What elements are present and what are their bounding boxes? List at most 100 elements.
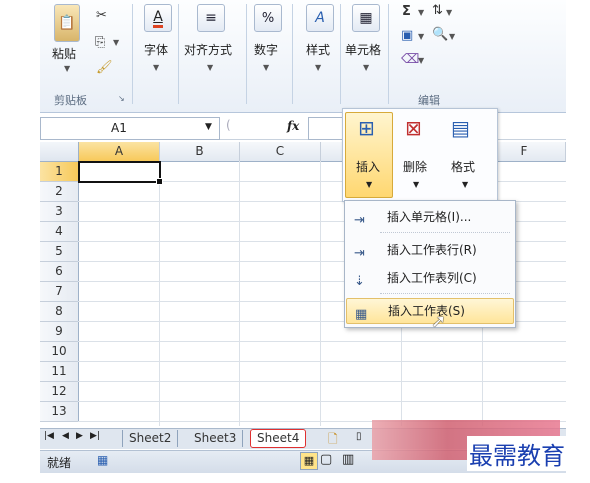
autosum-icon[interactable]: Σ — [402, 4, 411, 19]
new-sheet-icon[interactable]: 🗋 — [328, 430, 338, 451]
menu-item-insert-sheet[interactable]: ▦ 插入工作表(S) — [346, 298, 514, 324]
column-header-a[interactable]: A — [79, 142, 160, 162]
insert-cells-icon: ⊞ — [358, 116, 375, 140]
format-painter-icon[interactable]: 🖌 — [96, 60, 113, 75]
paste-dropdown-icon[interactable]: ▼ — [64, 64, 70, 73]
status-ready: 就绪 — [47, 456, 72, 470]
autosum-dropdown-icon[interactable]: ▼ — [418, 8, 424, 17]
find-icon[interactable]: 🔍 — [432, 27, 448, 42]
menu-item-insert-cells[interactable]: ⇥ 插入单元格(I)... — [346, 205, 512, 229]
cells-dropdown-icon[interactable]: ▼ — [363, 63, 369, 72]
row-header[interactable]: 11 — [40, 362, 79, 382]
menu-item-insert-column[interactable]: ⇣ 插入工作表列(C) — [346, 266, 512, 290]
number-dropdown-icon[interactable]: ▼ — [263, 63, 269, 72]
dialog-launcher-icon[interactable]: ↘ — [118, 94, 125, 103]
clear-icon[interactable]: ⌫ — [401, 52, 419, 67]
cut-icon[interactable]: ✂ — [96, 8, 107, 23]
paste-label[interactable]: 粘贴 — [52, 45, 76, 62]
alignment-button-label[interactable]: 对齐方式 — [184, 41, 232, 58]
sheet-tab[interactable]: Sheet3 — [188, 430, 244, 447]
fill-handle[interactable] — [156, 178, 163, 185]
tab-scroll-splitter[interactable]: ▯ — [356, 431, 362, 442]
copy-dropdown-icon[interactable]: ▼ — [113, 38, 119, 47]
row-header[interactable]: 2 — [40, 182, 79, 202]
row-header[interactable]: 8 — [40, 302, 79, 322]
delete-cells-icon[interactable]: ⊠ — [405, 116, 422, 140]
clear-dropdown-icon[interactable]: ▼ — [418, 56, 424, 65]
row-header[interactable]: 4 — [40, 222, 79, 242]
edit-group-label: 编辑 — [418, 94, 440, 107]
styles-icon[interactable]: A — [306, 4, 334, 32]
format-cells-icon[interactable]: ▤ — [451, 116, 470, 140]
align-icon[interactable]: ≡ — [197, 4, 225, 32]
percent-icon[interactable]: % — [254, 4, 282, 32]
sort-dropdown-icon[interactable]: ▼ — [446, 8, 452, 17]
menu-separator — [380, 232, 510, 234]
grid-line — [78, 401, 566, 402]
font-color-icon[interactable]: A — [144, 4, 172, 32]
row-header[interactable]: 1 — [40, 162, 79, 182]
ribbon: 📋 粘贴 ▼ ✂ ⎘ ▼ 🖌 剪贴板 ↘ A 字体 ▼ ≡ 对齐方式 ▼ % 数… — [40, 0, 566, 113]
alignment-dropdown-icon[interactable]: ▼ — [207, 63, 213, 72]
cells-button-label[interactable]: 单元格 — [345, 41, 381, 58]
insert-function-icon[interactable]: fx — [287, 119, 299, 133]
row-header[interactable]: 3 — [40, 202, 79, 222]
sheet-tab-active[interactable]: Sheet4 — [250, 429, 307, 448]
first-sheet-icon[interactable]: |◀ — [44, 431, 54, 441]
row-header[interactable]: 5 — [40, 242, 79, 262]
page-break-view-icon[interactable]: ▥ — [342, 452, 354, 467]
font-button-label[interactable]: 字体 — [144, 41, 168, 58]
insert-column-icon: ⇣ — [354, 274, 365, 289]
copy-icon[interactable]: ⎘ — [95, 35, 105, 50]
row-header[interactable]: 10 — [40, 342, 79, 362]
fill-dropdown-icon[interactable]: ▼ — [418, 32, 424, 41]
active-cell-a1[interactable] — [78, 161, 161, 183]
menu-item-label: 插入单元格(I)... — [387, 210, 472, 224]
insert-sheet-icon: ▦ — [355, 307, 368, 322]
find-dropdown-icon[interactable]: ▼ — [449, 32, 455, 41]
macro-record-icon[interactable]: ▦ — [97, 453, 108, 467]
menu-item-insert-row[interactable]: ⇥ 插入工作表行(R) — [346, 238, 512, 262]
row-header[interactable]: 9 — [40, 322, 79, 342]
insert-button-label: 插入 — [356, 160, 381, 174]
sheet-tab[interactable]: Sheet2 — [122, 430, 179, 447]
page-layout-view-icon[interactable]: ▢ — [320, 452, 332, 467]
name-box-dropdown-icon[interactable]: ▼ — [205, 122, 212, 132]
fill-icon[interactable]: ▣ — [401, 28, 413, 43]
column-header-c[interactable]: C — [240, 142, 321, 162]
sort-filter-icon[interactable]: ⇅ — [432, 3, 443, 18]
cells-icon[interactable]: ▦ — [352, 4, 380, 32]
font-dropdown-icon[interactable]: ▼ — [153, 63, 159, 72]
name-box[interactable]: A1 ▼ — [40, 117, 220, 140]
delete-button-label[interactable]: 删除 — [403, 158, 427, 175]
insert-dropdown-icon[interactable]: ▼ — [366, 180, 372, 189]
paste-icon[interactable]: 📋 — [54, 4, 80, 42]
styles-button-label[interactable]: 样式 — [306, 41, 330, 58]
next-sheet-icon[interactable]: ▶ — [76, 431, 83, 441]
select-all-corner[interactable] — [40, 142, 79, 162]
mouse-cursor-icon: ➚ — [431, 311, 447, 332]
grid-line — [78, 341, 566, 342]
menu-separator — [380, 293, 510, 295]
prev-sheet-icon[interactable]: ◀ — [62, 431, 69, 441]
normal-view-icon[interactable]: ▦ — [300, 452, 318, 470]
row-header[interactable]: 7 — [40, 282, 79, 302]
clipboard-group-label: 剪贴板 — [54, 94, 87, 107]
menu-item-label: 插入工作表行(R) — [387, 243, 477, 257]
menu-item-label: 插入工作表列(C) — [387, 271, 477, 285]
delete-dropdown-icon[interactable]: ▼ — [413, 180, 419, 189]
row-header[interactable]: 12 — [40, 382, 79, 402]
number-button-label[interactable]: 数字 — [254, 41, 278, 58]
format-dropdown-icon[interactable]: ▼ — [462, 180, 468, 189]
row-header[interactable]: 6 — [40, 262, 79, 282]
column-header-b[interactable]: B — [160, 142, 240, 162]
styles-dropdown-icon[interactable]: ▼ — [315, 63, 321, 72]
name-box-value: A1 — [111, 121, 127, 135]
insert-cells-icon: ⇥ — [354, 213, 365, 228]
row-header[interactable]: 13 — [40, 402, 79, 422]
menu-item-label: 插入工作表(S) — [388, 304, 465, 318]
watermark-text: 最需教育 — [467, 436, 567, 471]
format-button-label[interactable]: 格式 — [451, 158, 475, 175]
formula-bar-divider: ( — [226, 118, 231, 132]
last-sheet-icon[interactable]: ▶| — [90, 431, 100, 441]
